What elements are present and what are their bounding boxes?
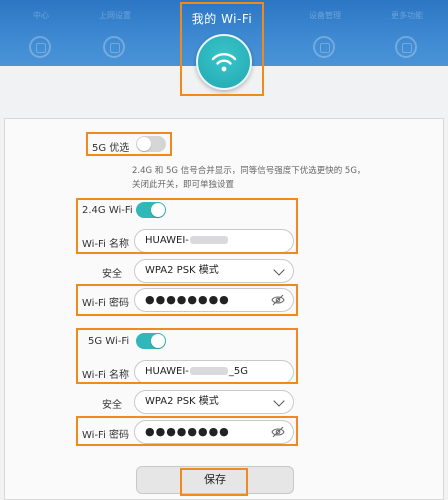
- nav-ghost-label: 更多功能: [391, 11, 423, 20]
- nav-item-ghost-5[interactable]: 更多功能: [372, 0, 442, 66]
- prefer-5g-description: 2.4G 和 5G 信号合并显示，同等信号强度下优选更快的 5G，关闭此开关，即…: [132, 166, 366, 190]
- band-24g-password-input[interactable]: ●●●●●●●●: [134, 288, 294, 312]
- nav-ghost-icon: [29, 36, 51, 58]
- wifi-icon: [211, 53, 237, 72]
- chevron-down-icon: [273, 395, 285, 407]
- band-5g-ssid-input[interactable]: HUAWEI- _5G: [134, 360, 294, 384]
- band-5g-security-select[interactable]: WPA2 PSK 模式: [134, 390, 294, 414]
- save-button[interactable]: 保存: [136, 466, 294, 494]
- nav-item-ghost-4[interactable]: 设备管理: [290, 0, 360, 66]
- band-24g-toggle[interactable]: [136, 202, 166, 218]
- ssid-prefix: HUAWEI-: [145, 235, 189, 246]
- chevron-down-icon: [273, 264, 285, 276]
- toggle-visibility-icon[interactable]: [271, 426, 285, 438]
- prefer-5g-label: 5G 优选: [92, 143, 130, 154]
- security-value: WPA2 PSK 模式: [145, 265, 219, 276]
- toggle-visibility-icon[interactable]: [271, 294, 285, 306]
- page-title: 我的 Wi-Fi: [191, 12, 253, 26]
- nav-item-ghost-2[interactable]: 上网设置: [80, 0, 150, 66]
- band-5g-security-label: 安全: [102, 400, 122, 411]
- wifi-nav-button[interactable]: [196, 34, 252, 90]
- band-5g-password-label: Wi-Fi 密码: [82, 430, 130, 441]
- nav-ghost-label: 上网设置: [99, 11, 131, 20]
- band-5g-toggle[interactable]: [136, 333, 166, 349]
- nav-ghost-label: 设备管理: [309, 11, 341, 20]
- ssid-prefix: HUAWEI-: [145, 366, 189, 377]
- band-24g-password-label: Wi-Fi 密码: [82, 298, 130, 309]
- toggle-knob: [137, 137, 151, 151]
- band-24g-security-label: 安全: [102, 269, 122, 280]
- band-5g-label: 5G Wi-Fi: [88, 336, 130, 347]
- toggle-knob: [151, 334, 165, 348]
- nav-ghost-icon: [103, 36, 125, 58]
- security-value: WPA2 PSK 模式: [145, 396, 219, 407]
- band-24g-security-select[interactable]: WPA2 PSK 模式: [134, 259, 294, 283]
- prefer-5g-toggle[interactable]: [136, 136, 166, 152]
- toggle-knob: [151, 203, 165, 217]
- band-24g-ssid-input[interactable]: HUAWEI-: [134, 229, 294, 253]
- ssid-redacted: [189, 367, 228, 375]
- password-mask: ●●●●●●●●: [145, 425, 230, 438]
- band-24g-label: 2.4G Wi-Fi: [82, 205, 133, 216]
- password-mask: ●●●●●●●●: [145, 293, 230, 306]
- nav-ghost-icon: [395, 36, 417, 58]
- band-5g-name-label: Wi-Fi 名称: [82, 370, 130, 381]
- nav-ghost-icon: [313, 36, 335, 58]
- nav-ghost-label: 中心: [33, 11, 49, 20]
- ssid-redacted: [189, 236, 228, 244]
- nav-item-ghost-1[interactable]: 中心: [6, 0, 76, 66]
- band-24g-name-label: Wi-Fi 名称: [82, 239, 130, 250]
- ssid-suffix: _5G: [228, 366, 249, 377]
- band-5g-password-input[interactable]: ●●●●●●●●: [134, 420, 294, 444]
